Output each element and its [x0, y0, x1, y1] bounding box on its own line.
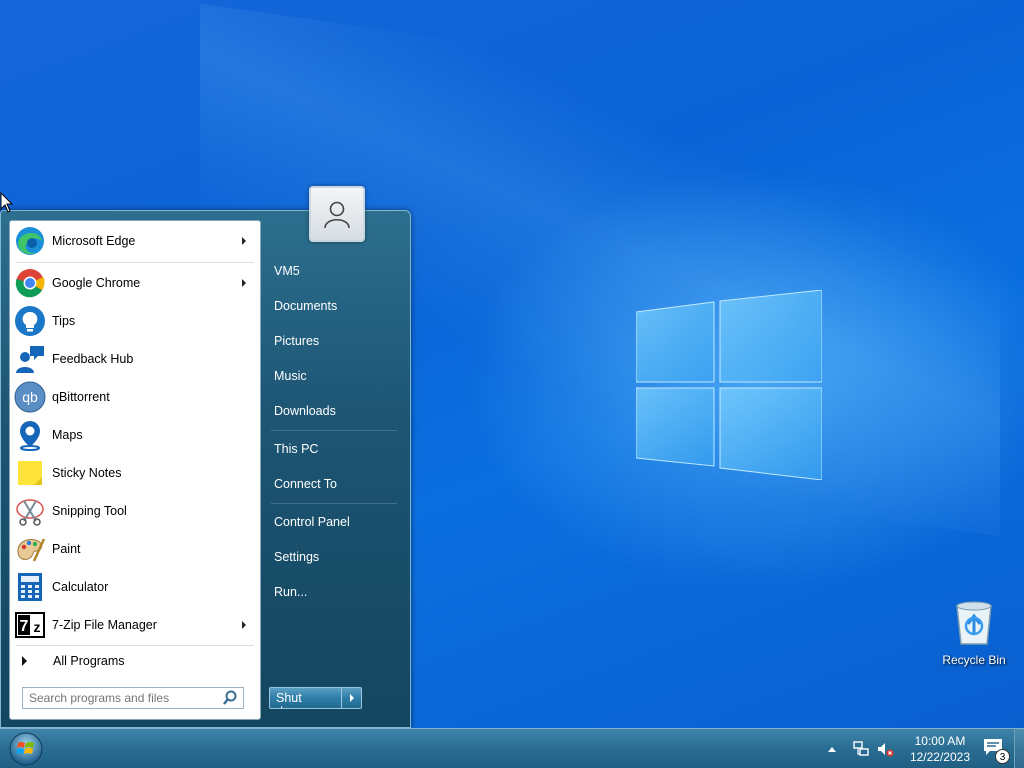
edge-icon [16, 227, 44, 255]
link-downloads[interactable]: Downloads [274, 401, 398, 421]
start-menu: Microsoft Edge Google Chrome Tips Feedba… [0, 186, 411, 728]
link-control-panel[interactable]: Control Panel [274, 512, 398, 532]
program-qbittorrent[interactable]: qb qBittorrent [12, 379, 258, 415]
separator [16, 262, 254, 263]
network-icon[interactable] [852, 740, 870, 758]
taskbar: 10:00 AM 12/22/2023 3 [0, 728, 1024, 768]
program-label: qBittorrent [52, 390, 110, 404]
link-music[interactable]: Music [274, 366, 398, 386]
separator [16, 645, 254, 646]
program-label: Snipping Tool [52, 504, 127, 518]
snipping-tool-icon [16, 499, 44, 526]
program-label: Google Chrome [52, 276, 141, 290]
tips-icon [15, 306, 45, 336]
program-label: Tips [52, 314, 76, 328]
clock-date: 12/22/2023 [909, 750, 970, 764]
chevron-right-icon [349, 694, 354, 702]
program-calculator[interactable]: Calculator [12, 569, 258, 605]
recycle-bin[interactable]: Recycle Bin [938, 600, 1010, 667]
user-icon [324, 201, 350, 229]
system-tray: 10:00 AM 12/22/2023 3 [827, 729, 1024, 768]
link-settings[interactable]: Settings [274, 547, 398, 567]
maps-icon [20, 421, 40, 451]
search-icon[interactable] [221, 689, 239, 707]
start-button[interactable] [6, 731, 46, 767]
sticky-notes-icon [18, 461, 42, 485]
expand-arrow-icon [22, 656, 27, 666]
notification-count-badge: 3 [995, 749, 1010, 764]
program-label: Calculator [52, 580, 109, 594]
shutdown-button[interactable]: Shut down [270, 688, 341, 708]
clock-time: 10:00 AM [914, 734, 966, 748]
qbittorrent-icon: qb [14, 381, 46, 413]
svg-text:qb: qb [22, 389, 38, 405]
submenu-arrow-icon [242, 279, 246, 287]
calculator-icon [18, 573, 42, 601]
link-user-folder[interactable]: VM5 [274, 261, 398, 281]
program-tips[interactable]: Tips [12, 303, 258, 339]
program-label: Microsoft Edge [52, 234, 136, 248]
clock[interactable]: 10:00 AM 12/22/2023 [910, 733, 970, 765]
feedback-hub-icon [16, 346, 44, 373]
submenu-arrow-icon [242, 621, 246, 629]
program-label: 7-Zip File Manager [52, 618, 157, 632]
program-label: Sticky Notes [52, 466, 122, 480]
shutdown-options-button[interactable] [341, 688, 361, 708]
program-paint[interactable]: Paint [12, 531, 258, 567]
search-input[interactable] [23, 688, 221, 708]
separator [271, 503, 397, 504]
svg-text:7: 7 [20, 618, 29, 635]
link-connect-to[interactable]: Connect To [274, 474, 398, 494]
link-run[interactable]: Run... [274, 582, 398, 602]
show-desktop-button[interactable] [1014, 729, 1024, 768]
program-label: Paint [52, 542, 81, 556]
mouse-cursor-icon [0, 192, 14, 213]
paint-icon [17, 538, 46, 562]
program-snipping-tool[interactable]: Snipping Tool [12, 493, 258, 529]
7zip-icon: 7 z [15, 612, 45, 638]
program-maps[interactable]: Maps [12, 417, 258, 453]
start-menu-programs-pane: Microsoft Edge Google Chrome Tips Feedba… [9, 220, 261, 720]
program-feedback-hub[interactable]: Feedback Hub [12, 341, 258, 377]
show-hidden-icons-icon[interactable] [827, 746, 836, 752]
recycle-bin-icon [956, 601, 992, 645]
program-7zip[interactable]: 7 z 7-Zip File Manager [12, 607, 258, 643]
recycle-bin-label: Recycle Bin [942, 653, 1006, 667]
all-programs-label: All Programs [53, 654, 125, 668]
program-label: Feedback Hub [52, 352, 134, 366]
svg-text:z: z [34, 619, 41, 635]
shutdown-control: Shut down [269, 687, 362, 709]
chrome-icon [15, 269, 45, 298]
submenu-arrow-icon [242, 237, 246, 245]
separator [271, 430, 397, 431]
link-pictures[interactable]: Pictures [274, 331, 398, 351]
user-avatar[interactable] [309, 186, 365, 242]
search-box[interactable] [22, 687, 244, 709]
all-programs-button[interactable]: All Programs [18, 651, 254, 671]
program-label: Maps [52, 428, 83, 442]
program-sticky-notes[interactable]: Sticky Notes [12, 455, 258, 491]
action-center-button[interactable]: 3 [982, 736, 1010, 764]
program-google-chrome[interactable]: Google Chrome [12, 265, 258, 301]
link-this-pc[interactable]: This PC [274, 439, 398, 459]
program-microsoft-edge[interactable]: Microsoft Edge [12, 223, 258, 259]
volume-muted-icon[interactable] [876, 740, 894, 758]
windows-logo-wallpaper [636, 290, 822, 480]
link-documents[interactable]: Documents [274, 296, 398, 316]
